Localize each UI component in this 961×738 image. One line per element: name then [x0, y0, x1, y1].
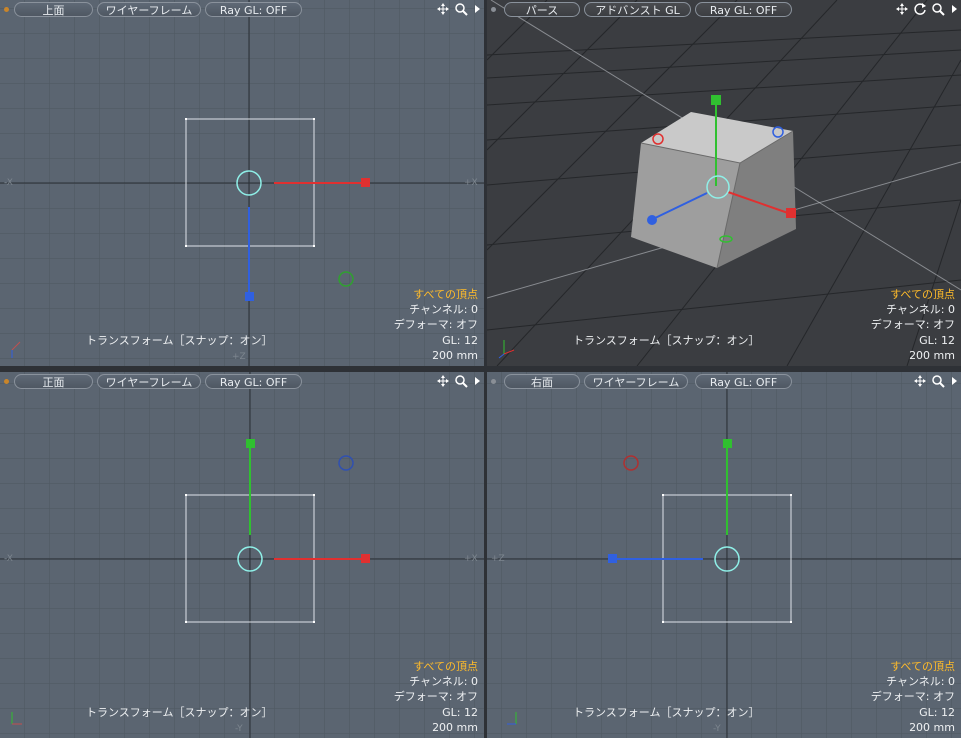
viewport-info: すべての頂点 チャンネル: 0 デフォーマ: オフ GL: 12 200 mm: [871, 287, 955, 363]
gl-count-label: GL: 12: [442, 333, 478, 347]
channel-label: チャンネル: 0: [886, 675, 955, 689]
axis-orient-icon: [11, 341, 21, 358]
neg-y-label: -Y: [235, 724, 243, 734]
gl-count-label: GL: 12: [442, 705, 478, 719]
deformer-label: デフォーマ: オフ: [393, 690, 478, 704]
viewport-perspective[interactable]: パース アドバンスト GL Ray GL: OFF トランスフォーム［スナップ：…: [487, 0, 961, 366]
zoom-view-icon[interactable]: [931, 373, 945, 392]
selection-mode-label: すべての頂点: [890, 659, 955, 673]
pos-x-label: +X: [464, 178, 478, 188]
viewport-menu-arrow-icon[interactable]: [472, 373, 482, 392]
x-rotate-handle[interactable]: [623, 455, 639, 471]
pos-x-label: +X: [464, 554, 478, 564]
x-handle-cube: [361, 178, 370, 187]
view-type-button[interactable]: パース: [504, 2, 580, 17]
axis-orient-icon: [11, 712, 22, 725]
viewport-active-dot[interactable]: [4, 7, 9, 12]
selection-mode-label: すべての頂点: [890, 287, 955, 301]
viewport-info: すべての頂点 チャンネル: 0 デフォーマ: オフ GL: 12 200 mm: [871, 659, 955, 735]
view-type-button[interactable]: 右面: [504, 374, 580, 389]
x-handle-cube: [786, 208, 796, 218]
raygl-toggle-button[interactable]: Ray GL: OFF: [695, 2, 792, 17]
y-handle-cube: [246, 439, 255, 448]
move-view-icon[interactable]: [895, 1, 909, 20]
viewport-header: 正面 ワイヤーフレーム Ray GL: OFF: [0, 372, 484, 392]
z-handle-cube: [647, 215, 657, 225]
viewport-info: すべての頂点 チャンネル: 0 デフォーマ: オフ GL: 12 200 mm: [394, 287, 478, 363]
view-type-button[interactable]: 正面: [14, 374, 93, 389]
move-view-icon[interactable]: [913, 373, 927, 392]
raygl-toggle-button[interactable]: Ray GL: OFF: [205, 374, 302, 389]
x-handle-cube: [361, 554, 370, 563]
viewport-active-dot[interactable]: [491, 379, 496, 384]
deformer-label: デフォーマ: オフ: [393, 318, 478, 332]
raygl-toggle-button[interactable]: Ray GL: OFF: [695, 374, 792, 389]
z-rotate-handle[interactable]: [338, 455, 354, 471]
viewport-menu-arrow-icon[interactable]: [949, 373, 959, 392]
pos-z-label: +Z: [232, 352, 246, 362]
grid-scale-label: 200 mm: [432, 348, 478, 362]
selection-mode-label: すべての頂点: [413, 659, 478, 673]
y-handle-cube: [723, 439, 732, 448]
shading-mode-button[interactable]: アドバンスト GL: [584, 2, 691, 17]
viewport-active-dot[interactable]: [4, 379, 9, 384]
y-handle-cube: [711, 95, 721, 105]
z-handle-cube: [608, 554, 617, 563]
raygl-toggle-button[interactable]: Ray GL: OFF: [205, 2, 302, 17]
neg-x-label: -X: [4, 178, 13, 188]
move-view-icon[interactable]: [436, 373, 450, 392]
zoom-view-icon[interactable]: [931, 1, 945, 20]
viewport-header: パース アドバンスト GL Ray GL: OFF: [487, 0, 961, 20]
zoom-view-icon[interactable]: [454, 373, 468, 392]
channel-label: チャンネル: 0: [886, 303, 955, 317]
viewport-menu-arrow-icon[interactable]: [472, 1, 482, 20]
gl-count-label: GL: 12: [919, 333, 955, 347]
shading-mode-button[interactable]: ワイヤーフレーム: [97, 2, 201, 17]
channel-label: チャンネル: 0: [409, 303, 478, 317]
move-view-icon[interactable]: [436, 1, 450, 20]
viewport-header: 右面 ワイヤーフレーム Ray GL: OFF: [487, 372, 961, 392]
viewport-top[interactable]: -X +X +Z 上面 ワイヤーフレーム Ray GL: OFF トランスフォー…: [0, 0, 484, 366]
tool-mode-label: トランスフォーム［スナップ：オン］: [573, 334, 760, 347]
deformer-label: デフォーマ: オフ: [870, 690, 955, 704]
neg-x-label: -X: [4, 554, 13, 564]
viewport-front[interactable]: -X +X -Y 正面 ワイヤーフレーム Ray GL: OFF トランスフォー…: [0, 372, 484, 738]
rotate-view-icon[interactable]: [913, 1, 927, 20]
selection-mode-label: すべての頂点: [413, 287, 478, 301]
viewport-right[interactable]: +Z -Y 右面 ワイヤーフレーム Ray GL: OFF トランスフォーム［ス…: [487, 372, 961, 738]
shading-mode-button[interactable]: ワイヤーフレーム: [97, 374, 201, 389]
view-type-button[interactable]: 上面: [14, 2, 93, 17]
zoom-view-icon[interactable]: [454, 1, 468, 20]
tool-mode-label: トランスフォーム［スナップ：オン］: [86, 334, 273, 347]
gl-count-label: GL: 12: [919, 705, 955, 719]
tool-mode-label: トランスフォーム［スナップ：オン］: [573, 706, 760, 719]
neg-y-label: -Y: [713, 724, 721, 734]
deformer-label: デフォーマ: オフ: [870, 318, 955, 332]
grid-scale-label: 200 mm: [909, 348, 955, 362]
grid-scale-label: 200 mm: [909, 720, 955, 734]
cube-mesh: [631, 112, 796, 269]
channel-label: チャンネル: 0: [409, 675, 478, 689]
z-handle-cube: [245, 292, 254, 301]
viewport-header: 上面 ワイヤーフレーム Ray GL: OFF: [0, 0, 484, 20]
axis-orient-icon: [507, 712, 517, 725]
viewport-menu-arrow-icon[interactable]: [949, 1, 959, 20]
y-rotate-handle[interactable]: [338, 271, 354, 287]
grid-scale-label: 200 mm: [432, 720, 478, 734]
shading-mode-button[interactable]: ワイヤーフレーム: [584, 374, 688, 389]
tool-mode-label: トランスフォーム［スナップ：オン］: [86, 706, 273, 719]
viewport-active-dot[interactable]: [491, 7, 496, 12]
viewport-info: すべての頂点 チャンネル: 0 デフォーマ: オフ GL: 12 200 mm: [394, 659, 478, 735]
pos-z-label: +Z: [491, 554, 505, 564]
